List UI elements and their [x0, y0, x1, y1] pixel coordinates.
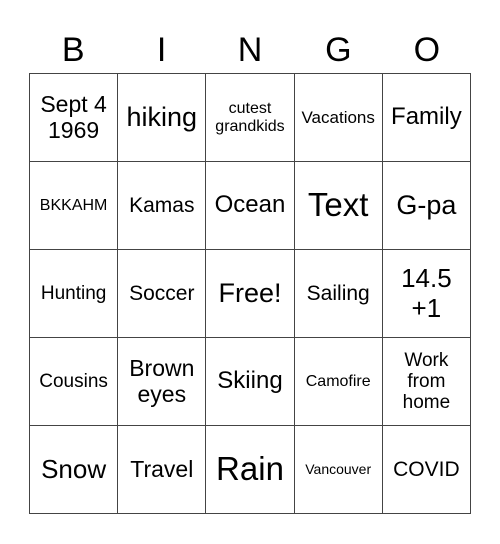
bingo-cell[interactable]: Soccer — [118, 250, 207, 338]
bingo-cell[interactable]: Skiing — [206, 338, 295, 426]
free-space[interactable]: Free! — [206, 250, 295, 338]
bingo-grid: Sept 4 1969 hiking cutest grandkids Vacati… — [29, 73, 471, 514]
bingo-cell[interactable]: Snow — [30, 426, 119, 514]
bingo-cell[interactable]: hiking — [118, 74, 207, 162]
bingo-cell[interactable]: Family — [382, 74, 471, 162]
bingo-cell[interactable]: Work from home — [382, 338, 471, 426]
bingo-cell[interactable]: 14.5 +1 — [382, 250, 471, 338]
bingo-cell[interactable]: Hunting — [30, 250, 119, 338]
header-letter-b: B — [61, 31, 85, 69]
bingo-cell[interactable]: Vancouver — [294, 426, 383, 514]
header-letter-o: O — [413, 31, 441, 69]
bingo-cell[interactable]: COVID — [382, 426, 471, 514]
bingo-cell[interactable]: Vacations — [294, 74, 383, 162]
bingo-cell[interactable]: G-pa — [382, 162, 471, 250]
bingo-cell[interactable]: Sept 4 1969 — [30, 74, 119, 162]
bingo-header: B I N G O — [29, 28, 471, 72]
header-letter-i: I — [156, 31, 167, 69]
header-letter-g: G — [325, 31, 352, 69]
bingo-cell[interactable]: Ocean — [206, 162, 295, 250]
bingo-cell[interactable]: Text — [294, 162, 383, 250]
bingo-cell[interactable]: Brown eyes — [118, 338, 207, 426]
bingo-cell[interactable]: Camofire — [294, 338, 383, 426]
header-letter-n: N — [237, 31, 263, 69]
bingo-cell[interactable]: Rain — [206, 426, 295, 514]
bingo-cell[interactable]: Travel — [118, 426, 207, 514]
bingo-cell[interactable]: Cousins — [30, 338, 119, 426]
bingo-cell[interactable]: BKKAHM — [30, 162, 119, 250]
bingo-cell[interactable]: Sailing — [294, 250, 383, 338]
bingo-cell[interactable]: cutest grandkids — [206, 74, 295, 162]
bingo-cell[interactable]: Kamas — [118, 162, 207, 250]
